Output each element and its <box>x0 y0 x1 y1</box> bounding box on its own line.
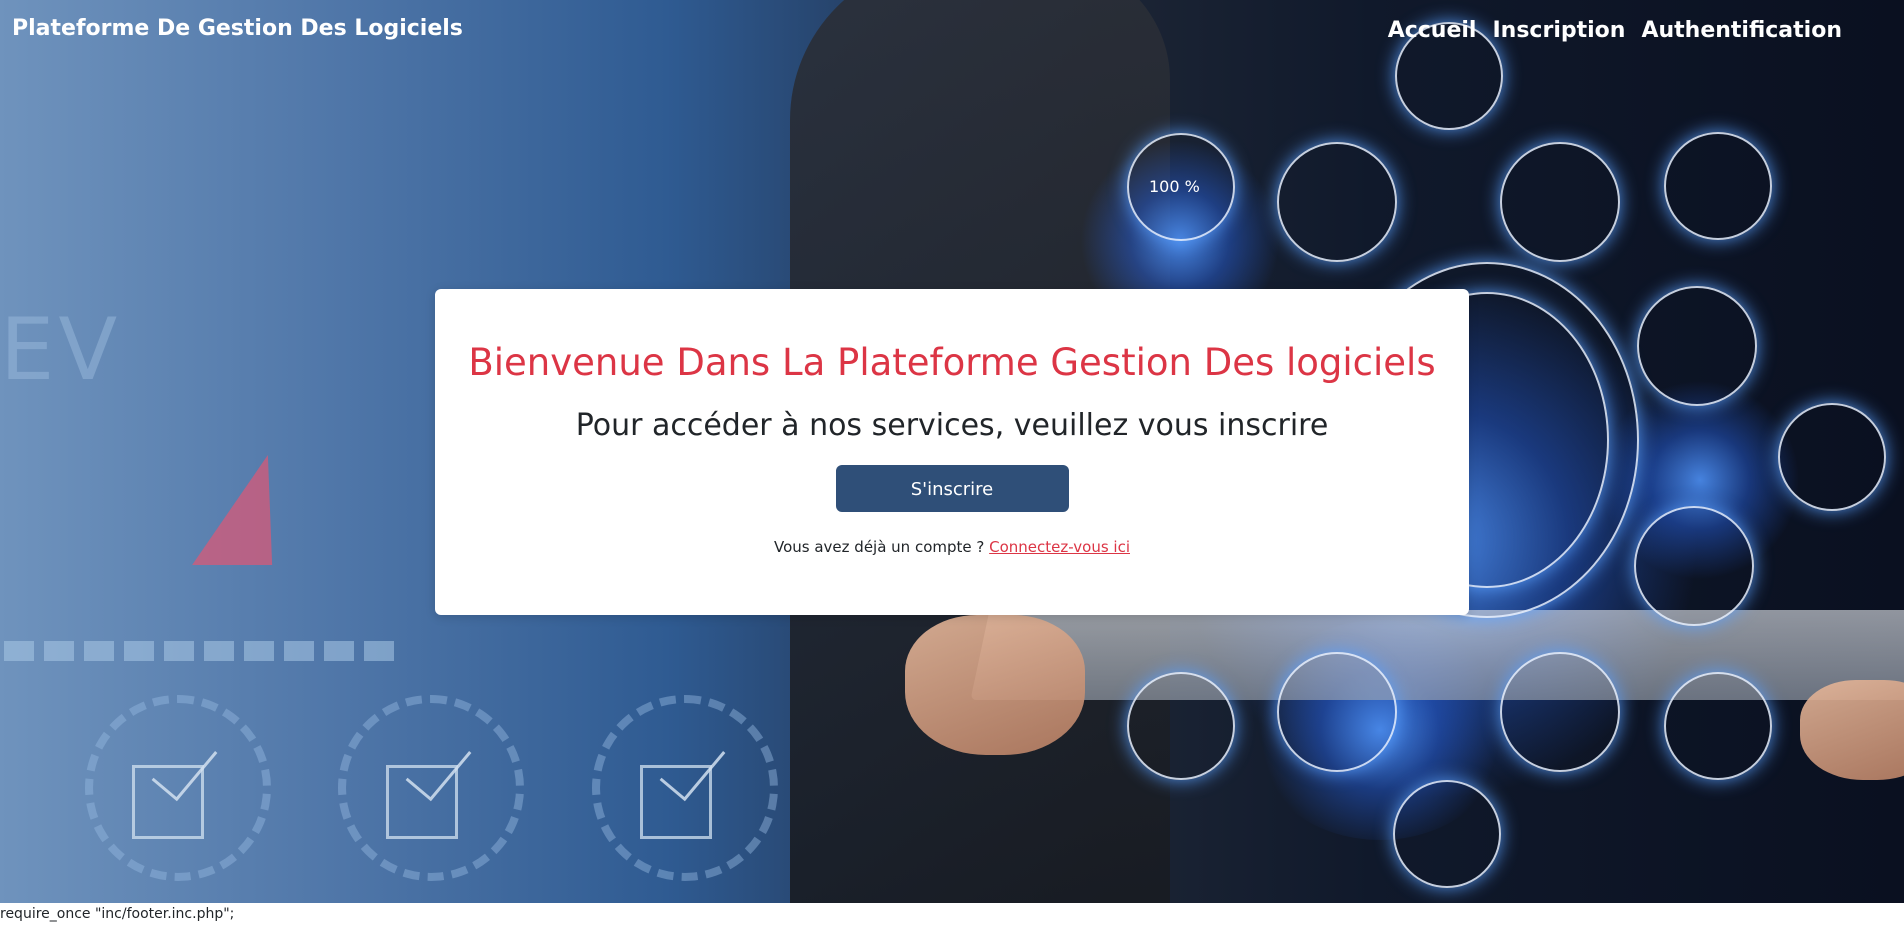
nav-link-authentification[interactable]: Authentification <box>1641 18 1842 43</box>
progress-squares-graphic <box>4 641 394 661</box>
gauge-label: 100 % <box>1149 177 1200 196</box>
signup-button[interactable]: S'inscrire <box>835 465 1069 512</box>
magnifier-icon <box>1127 672 1235 780</box>
location-pin-icon <box>1393 780 1501 888</box>
top-nav: Accueil Inscription Authentification <box>1388 18 1842 43</box>
hand-graphic <box>905 615 1085 755</box>
hand-graphic <box>1800 680 1904 780</box>
music-note-icon <box>1664 672 1772 780</box>
fingerprint-icon <box>1277 652 1397 772</box>
welcome-subtitle: Pour accéder à nos services, veuillez vo… <box>575 408 1329 443</box>
brand-title[interactable]: Plateforme De Gestion Des Logiciels <box>12 16 463 41</box>
plant-icon <box>1277 142 1397 262</box>
sun-icon <box>1637 286 1757 406</box>
brain-icon <box>1500 142 1620 262</box>
login-link[interactable]: Connectez-vous ici <box>989 538 1130 556</box>
lightning-bolt-graphic <box>192 455 308 565</box>
footer-code-text: require_once "inc/footer.inc.php"; <box>0 906 235 922</box>
wifi-icon <box>1778 403 1886 511</box>
hero-ev-text: EV <box>0 300 122 400</box>
login-prompt-line: Vous avez déjà un compte ? Connectez-vou… <box>435 538 1469 556</box>
nav-link-accueil[interactable]: Accueil <box>1388 18 1477 43</box>
laptop-icon <box>1500 652 1620 772</box>
nav-link-inscription[interactable]: Inscription <box>1492 18 1625 43</box>
login-prompt-text: Vous avez déjà un compte ? <box>774 538 985 556</box>
gauge-icon: 100 % <box>1127 133 1235 241</box>
tablet-graphic <box>970 610 1904 700</box>
cable-icon <box>1634 506 1754 626</box>
welcome-card: Bienvenue Dans La Plateforme Gestion Des… <box>435 289 1469 615</box>
mail-icon <box>1664 132 1772 240</box>
welcome-title: Bienvenue Dans La Plateforme Gestion Des… <box>468 341 1436 384</box>
